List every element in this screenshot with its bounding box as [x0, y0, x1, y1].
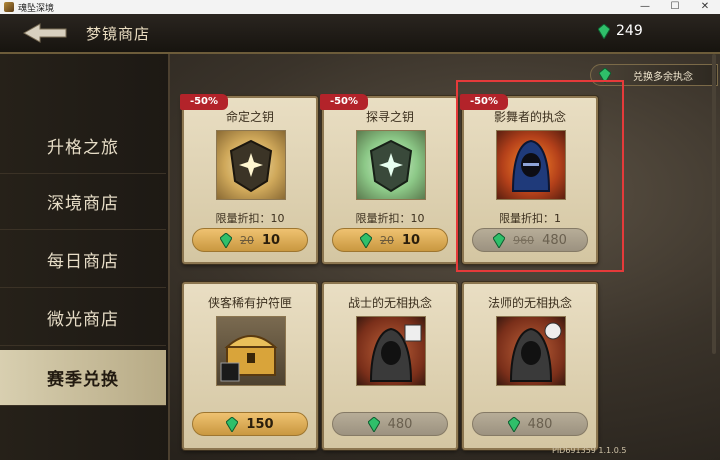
- sidebar-item-abyss-shop[interactable]: 深境商店: [0, 174, 166, 230]
- gem-icon: [598, 23, 610, 39]
- sale-price: 150: [246, 416, 274, 432]
- gem-icon: [219, 232, 232, 248]
- back-button[interactable]: [22, 22, 68, 44]
- highlight-box: [456, 80, 624, 272]
- sidebar-item-season-exchange[interactable]: 赛季兑换: [0, 350, 166, 406]
- exchange-extra-label: 兑换多余执念: [633, 71, 693, 83]
- page-title: 梦镜商店: [86, 25, 151, 43]
- discount-limit: 限量折扣：10: [355, 212, 425, 225]
- original-price: 20: [379, 233, 394, 247]
- gem-icon: [367, 416, 380, 432]
- window-title: 魂坠深境: [18, 3, 55, 14]
- price-button[interactable]: 480: [332, 412, 448, 436]
- item-name: 命定之钥: [225, 110, 274, 124]
- item-name: 探寻之钥: [365, 110, 414, 124]
- shop-card[interactable]: -50% 命定之钥 限量折扣：10 20 10: [180, 94, 318, 264]
- close-button[interactable]: ✕: [690, 0, 720, 14]
- app-icon: [4, 2, 14, 12]
- shield-key-green-icon: [356, 130, 426, 200]
- shop-header: 梦镜商店 249: [0, 14, 720, 54]
- price-button[interactable]: 20 10: [332, 228, 448, 252]
- maximize-button[interactable]: ☐: [660, 0, 690, 14]
- sidebar-item-glimmer-shop[interactable]: 微光商店: [0, 290, 166, 346]
- shop-card[interactable]: 战士的无相执念 480: [322, 282, 458, 450]
- sidebar-item-daily-shop[interactable]: 每日商店: [0, 232, 166, 288]
- sidebar-item-ascension[interactable]: 升格之旅: [0, 118, 166, 174]
- warrior-hooded-icon: [356, 316, 426, 386]
- gem-icon: [359, 232, 372, 248]
- item-name: 侠客稀有护符匣: [207, 296, 292, 310]
- mage-hooded-icon: [496, 316, 566, 386]
- back-arrow-icon: [22, 23, 67, 43]
- sale-price: 480: [387, 416, 413, 432]
- sale-price: 480: [527, 416, 553, 432]
- minimize-button[interactable]: —: [630, 0, 660, 14]
- price-button[interactable]: 150: [192, 412, 308, 436]
- sale-price: 10: [401, 232, 421, 248]
- discount-limit: 限量折扣：10: [215, 212, 285, 225]
- gem-icon: [507, 416, 520, 432]
- build-id: PID691359 1.1.0.5: [552, 446, 627, 455]
- shop-card[interactable]: 侠客稀有护符匣 150: [182, 282, 318, 450]
- item-name: 战士的无相执念: [347, 296, 432, 310]
- window-titlebar: 魂坠深境 — ☐ ✕: [0, 0, 720, 14]
- sale-price: 10: [261, 232, 281, 248]
- price-button[interactable]: 20 10: [192, 228, 308, 252]
- shop-card[interactable]: -50% 探寻之钥 限量折扣：10 20 10: [320, 94, 458, 264]
- treasure-chest-icon: [216, 316, 286, 386]
- game-viewport: 梦镜商店 249 升格之旅 深境商店 每日商店 微光商店 赛季兑换 兑换多余执念…: [0, 14, 720, 460]
- item-name: 法师的无相执念: [487, 296, 572, 310]
- currency-amount: 249: [616, 23, 643, 39]
- shop-sidebar: 升格之旅 深境商店 每日商店 微光商店 赛季兑换: [0, 54, 170, 460]
- gem-icon: [226, 416, 239, 432]
- scrollbar[interactable]: [712, 54, 716, 354]
- shop-card[interactable]: 法师的无相执念 480: [462, 282, 598, 450]
- shield-key-gold-icon: [216, 130, 286, 200]
- price-button[interactable]: 480: [472, 412, 588, 436]
- currency-display: 249: [598, 23, 643, 39]
- original-price: 20: [239, 233, 254, 247]
